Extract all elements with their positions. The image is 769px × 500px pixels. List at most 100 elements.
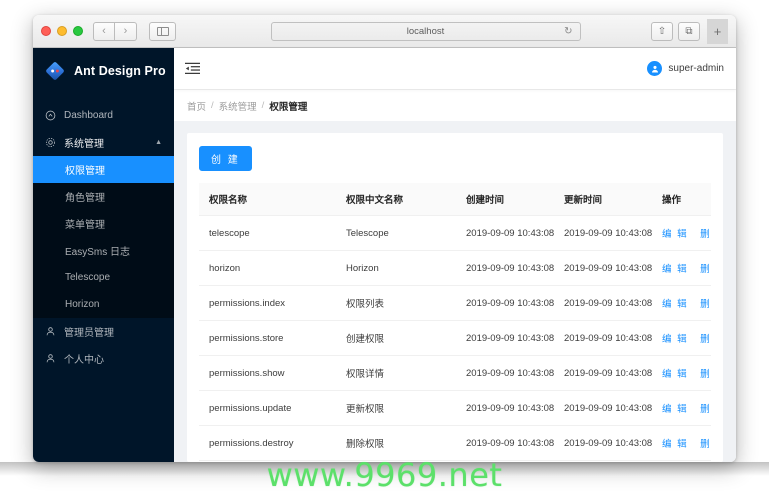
sidebar-subitem-label: EasySms 日志 — [65, 247, 131, 258]
cell-permission-name: permissions.update — [199, 390, 336, 426]
menu-fold-icon[interactable] — [185, 62, 200, 75]
forward-button[interactable]: › — [115, 21, 137, 41]
column-header-permission-cn-name: 权限中文名称 — [336, 183, 456, 216]
sidebar-item-role-management[interactable]: 角色管理 — [33, 183, 174, 210]
edit-link[interactable]: 编 辑 — [662, 369, 688, 380]
create-button[interactable]: 创 建 — [199, 146, 252, 171]
maximize-window-button[interactable] — [73, 26, 83, 36]
cell-actions: 编 辑删 除 — [652, 285, 711, 321]
cell-updated-at: 2019-09-09 10:43:08 — [554, 355, 652, 391]
sidebar-item-admin-management[interactable]: 管理员管理 — [33, 318, 174, 345]
column-header-actions: 操作 — [652, 183, 711, 216]
cell-permission-cn-name: 权限详情 — [336, 355, 456, 391]
user-avatar-icon — [651, 65, 658, 72]
app-logo-text: Ant Design Pro — [74, 64, 166, 78]
sidebar-item-telescope[interactable]: Telescope — [33, 264, 174, 291]
edit-link[interactable]: 编 辑 — [662, 404, 688, 415]
sidebar-item-permission-management[interactable]: 权限管理 — [33, 156, 174, 183]
cell-updated-at: 2019-09-09 10:43:08 — [554, 215, 652, 251]
delete-link[interactable]: 删 除 — [700, 229, 711, 240]
cell-permission-name: horizon — [199, 250, 336, 286]
breadcrumb: 首页 / 系统管理 / 权限管理 — [174, 89, 736, 121]
app-logo[interactable]: Ant Design Pro — [33, 48, 174, 94]
column-header-permission-name: 权限名称 — [199, 183, 336, 216]
cell-updated-at: 2019-09-09 10:43:08 — [554, 250, 652, 286]
column-header-created-at: 创建时间 — [456, 183, 554, 216]
cell-actions: 编 辑删 除 — [652, 390, 711, 426]
breadcrumb-item-current: 权限管理 — [269, 101, 308, 113]
watermark-text: www.9969.net — [266, 456, 503, 494]
cell-permission-cn-name: Telescope — [336, 215, 456, 251]
sidebar-subitem-label: 角色管理 — [65, 193, 105, 204]
cell-actions: 编 辑删 除 — [652, 215, 711, 251]
main-column: super-admin 首页 / 系统管理 / 权限管理 创 建 权限名称 权限… — [174, 48, 736, 462]
url-text: localhost — [406, 25, 445, 37]
address-bar[interactable]: localhost ↻ — [270, 21, 581, 41]
sidebar-item-label: 个人中心 — [64, 355, 104, 366]
sidebar-toggle-icon[interactable] — [149, 21, 176, 41]
user-menu[interactable]: super-admin — [647, 61, 724, 76]
new-tab-button[interactable]: + — [707, 18, 728, 44]
edit-link[interactable]: 编 辑 — [662, 299, 688, 310]
reload-icon[interactable]: ↻ — [564, 26, 572, 37]
cell-updated-at: 2019-09-09 10:43:08 — [554, 320, 652, 356]
sidebar-item-label: 管理员管理 — [64, 328, 114, 339]
cell-permission-name: telescope — [199, 215, 336, 251]
cell-updated-at: 2019-09-09 10:43:08 — [554, 390, 652, 426]
gear-icon — [45, 137, 56, 148]
cell-created-at: 2019-09-09 10:43:08 — [456, 215, 554, 251]
delete-link[interactable]: 删 除 — [700, 299, 711, 310]
cell-permission-cn-name: 权限列表 — [336, 285, 456, 321]
breadcrumb-item-home[interactable]: 首页 — [187, 99, 206, 113]
permissions-table: 权限名称 权限中文名称 创建时间 更新时间 操作 telescope Telesc… — [199, 183, 711, 462]
sidebar: Ant Design Pro Dashboard 系统管理 ▲ 权限管理 角色管… — [33, 48, 174, 462]
cell-permission-cn-name: 创建权限 — [336, 320, 456, 356]
table-head: 权限名称 权限中文名称 创建时间 更新时间 操作 — [199, 183, 711, 216]
sidebar-item-personal-center[interactable]: 个人中心 — [33, 345, 174, 372]
cell-created-at: 2019-09-09 10:43:08 — [456, 390, 554, 426]
sidebar-item-system-management[interactable]: 系统管理 ▲ — [33, 129, 174, 156]
close-window-button[interactable] — [41, 26, 51, 36]
sidebar-item-dashboard[interactable]: Dashboard — [33, 102, 174, 129]
delete-link[interactable]: 删 除 — [700, 369, 711, 380]
breadcrumb-item-system[interactable]: 系统管理 — [219, 99, 257, 113]
edit-link[interactable]: 编 辑 — [662, 229, 688, 240]
sidebar-item-easysms-log[interactable]: EasySms 日志 — [33, 237, 174, 264]
column-header-updated-at: 更新时间 — [554, 183, 652, 216]
cell-actions: 编 辑删 除 — [652, 320, 711, 356]
delete-link[interactable]: 删 除 — [700, 439, 711, 450]
sidebar-item-horizon[interactable]: Horizon — [33, 291, 174, 318]
application-body: Ant Design Pro Dashboard 系统管理 ▲ 权限管理 角色管… — [33, 48, 736, 462]
cell-created-at: 2019-09-09 10:43:08 — [456, 250, 554, 286]
cell-permission-name: permissions.store — [199, 320, 336, 356]
back-button[interactable]: ‹ — [93, 21, 115, 41]
avatar[interactable] — [647, 61, 663, 76]
minimize-window-button[interactable] — [57, 26, 67, 36]
cell-created-at: 2019-09-09 10:43:08 — [456, 285, 554, 321]
table-row: horizon Horizon 2019-09-09 10:43:08 2019-09… — [199, 250, 711, 286]
user-icon — [46, 327, 55, 336]
edit-link[interactable]: 编 辑 — [662, 439, 688, 450]
content-area: 创 建 权限名称 权限中文名称 创建时间 更新时间 操作 telescope T… — [174, 121, 736, 462]
table-row: permissions.store 创建权限 2019-09-09 10:43:08… — [199, 320, 711, 356]
cell-actions: 编 辑删 除 — [652, 355, 711, 391]
user-icon — [46, 354, 55, 363]
cell-permission-cn-name: 更新权限 — [336, 390, 456, 426]
sidebar-item-menu-management[interactable]: 菜单管理 — [33, 210, 174, 237]
address-bar-region: æ localhost ↻ — [176, 21, 643, 41]
edit-link[interactable]: 编 辑 — [662, 334, 688, 345]
browser-toolbar: ‹ › æ localhost ↻ ⇧ ⧉ + — [33, 15, 736, 48]
ant-design-logo-icon — [46, 62, 64, 80]
table-row: permissions.update 更新权限 2019-09-09 10:43:0… — [199, 390, 711, 426]
delete-link[interactable]: 删 除 — [700, 264, 711, 275]
sidebar-subitem-label: Horizon — [65, 299, 100, 310]
delete-link[interactable]: 删 除 — [700, 334, 711, 345]
browser-window: ‹ › æ localhost ↻ ⇧ ⧉ + — [33, 15, 736, 462]
sidebar-subitem-label: Telescope — [65, 272, 111, 283]
delete-link[interactable]: 删 除 — [700, 404, 711, 415]
tabs-overview-icon[interactable]: ⧉ — [678, 21, 700, 41]
edit-link[interactable]: 编 辑 — [662, 264, 688, 275]
share-icon[interactable]: ⇧ — [651, 21, 673, 41]
cell-permission-name: permissions.index — [199, 285, 336, 321]
table-row: permissions.index 权限列表 2019-09-09 10:43:08… — [199, 285, 711, 321]
